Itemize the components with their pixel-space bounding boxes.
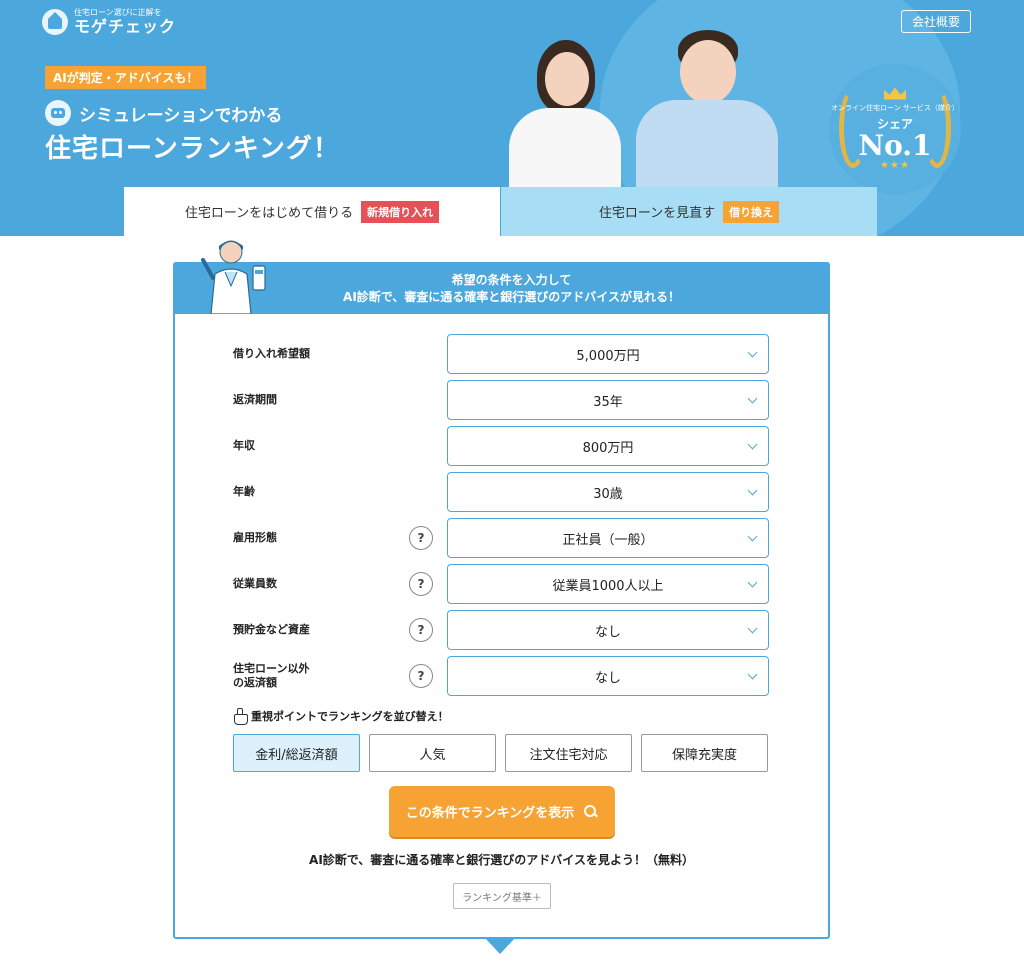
form-heading-line2: AI診断で、審査に通る確率と銀行選びのアドバイスが見れる！ — [343, 290, 680, 304]
field-employment-type: 雇用形態 ? 正社員（一般） — [175, 518, 828, 558]
question-icon[interactable]: ? — [409, 526, 433, 550]
tab-refinance-label: 住宅ローンを見直す — [598, 206, 716, 221]
field-label: 預貯金など資産 — [233, 623, 310, 636]
select-value: 従業員1000人以上 — [552, 578, 664, 594]
sort-option-custom-home[interactable]: 注文住宅対応 — [505, 734, 632, 772]
chevron-down-icon — [747, 347, 758, 358]
tab-new-loan-label: 住宅ローンをはじめて借りる — [184, 206, 354, 221]
tab-new-loan[interactable]: 住宅ローンをはじめて借りる 新規借り入れ — [124, 187, 500, 236]
sort-option-popular[interactable]: 人気 — [369, 734, 496, 772]
employee-count-select[interactable]: 従業員1000人以上 — [447, 564, 769, 604]
crown-icon — [884, 87, 906, 100]
page-title: 住宅ローンランキング！ — [45, 134, 340, 164]
search-icon — [584, 804, 598, 819]
annual-income-select[interactable]: 800万円 — [447, 426, 769, 466]
ranking-basis-button[interactable]: ランキング基準＋ — [453, 883, 551, 909]
field-loan-amount: 借り入れ希望額 5,000万円 — [175, 334, 828, 374]
down-pointer-arrow — [485, 938, 515, 954]
sort-heading-text: 重視ポイントでランキングを並び替え！ — [251, 710, 449, 723]
company-overview-link[interactable]: 会社概要 — [901, 10, 971, 33]
tab-refinance-tag: 借り換え — [723, 200, 780, 223]
chevron-down-icon — [747, 669, 758, 680]
tab-new-loan-tag: 新規借り入れ — [361, 200, 440, 223]
house-icon — [42, 9, 68, 35]
hero-subtitle-text: シミュレーションでわかる — [79, 105, 283, 126]
tab-refinance[interactable]: 住宅ローンを見直す 借り換え — [501, 187, 877, 236]
advisor-illustration — [201, 240, 266, 314]
show-ranking-label: この条件でランキングを表示 — [405, 806, 575, 821]
repayment-period-select[interactable]: 35年 — [447, 380, 769, 420]
sort-option-coverage[interactable]: 保障充実度 — [641, 734, 768, 772]
select-value: 35年 — [593, 394, 623, 410]
field-label: 従業員数 — [233, 577, 277, 590]
chevron-down-icon — [747, 485, 758, 496]
select-value: なし — [594, 670, 621, 686]
award-stars: ★★★ — [880, 159, 910, 171]
savings-select[interactable]: なし — [447, 610, 769, 650]
chevron-down-icon — [747, 439, 758, 450]
man-photo — [632, 28, 782, 200]
field-age: 年齢 30歳 — [175, 472, 828, 512]
simulation-form: 希望の条件を入力して AI診断で、審査に通る確率と銀行選びのアドバイスが見れる！… — [173, 240, 830, 954]
cta-note: AI診断で、審査に通る確率と銀行選びのアドバイスを見よう！（無料） — [309, 853, 694, 867]
employment-type-select[interactable]: 正社員（一般） — [447, 518, 769, 558]
form-heading: 希望の条件を入力して AI診断で、審査に通る確率と銀行選びのアドバイスが見れる！ — [175, 264, 828, 314]
age-select[interactable]: 30歳 — [447, 472, 769, 512]
woman-photo — [505, 36, 625, 198]
select-value: 5,000万円 — [576, 348, 640, 364]
field-label: 住宅ローン以外 の返済額 — [233, 662, 310, 689]
field-repayment-period: 返済期間 35年 — [175, 380, 828, 420]
award-rank: No.1 — [858, 128, 932, 162]
other-repayment-select[interactable]: なし — [447, 656, 769, 696]
field-label: 借り入れ希望額 — [233, 347, 310, 360]
field-label: 返済期間 — [233, 393, 277, 406]
pointing-hand-icon — [233, 708, 248, 725]
share-no1-award: オンライン住宅ローン サービス（媒介） シェア No.1 ★★★ — [829, 64, 961, 194]
field-label: 年齢 — [233, 485, 255, 498]
question-icon[interactable]: ? — [409, 664, 433, 688]
select-value: なし — [594, 624, 621, 640]
form-heading-line1: 希望の条件を入力して — [451, 273, 572, 287]
field-other-repayment: 住宅ローン以外 の返済額 ? なし — [175, 656, 828, 696]
field-annual-income: 年収 800万円 — [175, 426, 828, 466]
site-logo[interactable]: 住宅ローン選びに正解を モゲチェック — [42, 8, 176, 36]
question-icon[interactable]: ? — [409, 618, 433, 642]
question-icon[interactable]: ? — [409, 572, 433, 596]
field-label: 年収 — [233, 439, 255, 452]
chevron-down-icon — [747, 531, 758, 542]
logo-name: モゲチェック — [74, 17, 177, 36]
ai-badge: AIが判定・アドバイスも！ — [45, 66, 207, 89]
chevron-down-icon — [747, 623, 758, 634]
show-ranking-button[interactable]: この条件でランキングを表示 — [389, 786, 615, 837]
sort-heading: 重視ポイントでランキングを並び替え！ — [233, 708, 449, 725]
award-caption: オンライン住宅ローン サービス（媒介） — [831, 103, 959, 112]
select-value: 30歳 — [593, 486, 623, 502]
hero-subtitle: シミュレーションでわかる — [45, 100, 282, 126]
field-savings: 預貯金など資産 ? なし — [175, 610, 828, 650]
chevron-down-icon — [747, 577, 758, 588]
robot-icon — [45, 100, 71, 126]
chevron-down-icon — [747, 393, 758, 404]
sort-option-interest[interactable]: 金利/総返済額 — [233, 734, 360, 772]
field-label: 雇用形態 — [233, 531, 277, 544]
select-value: 800万円 — [582, 440, 634, 456]
loan-amount-select[interactable]: 5,000万円 — [447, 334, 769, 374]
select-value: 正社員（一般） — [562, 532, 654, 548]
field-employee-count: 従業員数 ? 従業員1000人以上 — [175, 564, 828, 604]
